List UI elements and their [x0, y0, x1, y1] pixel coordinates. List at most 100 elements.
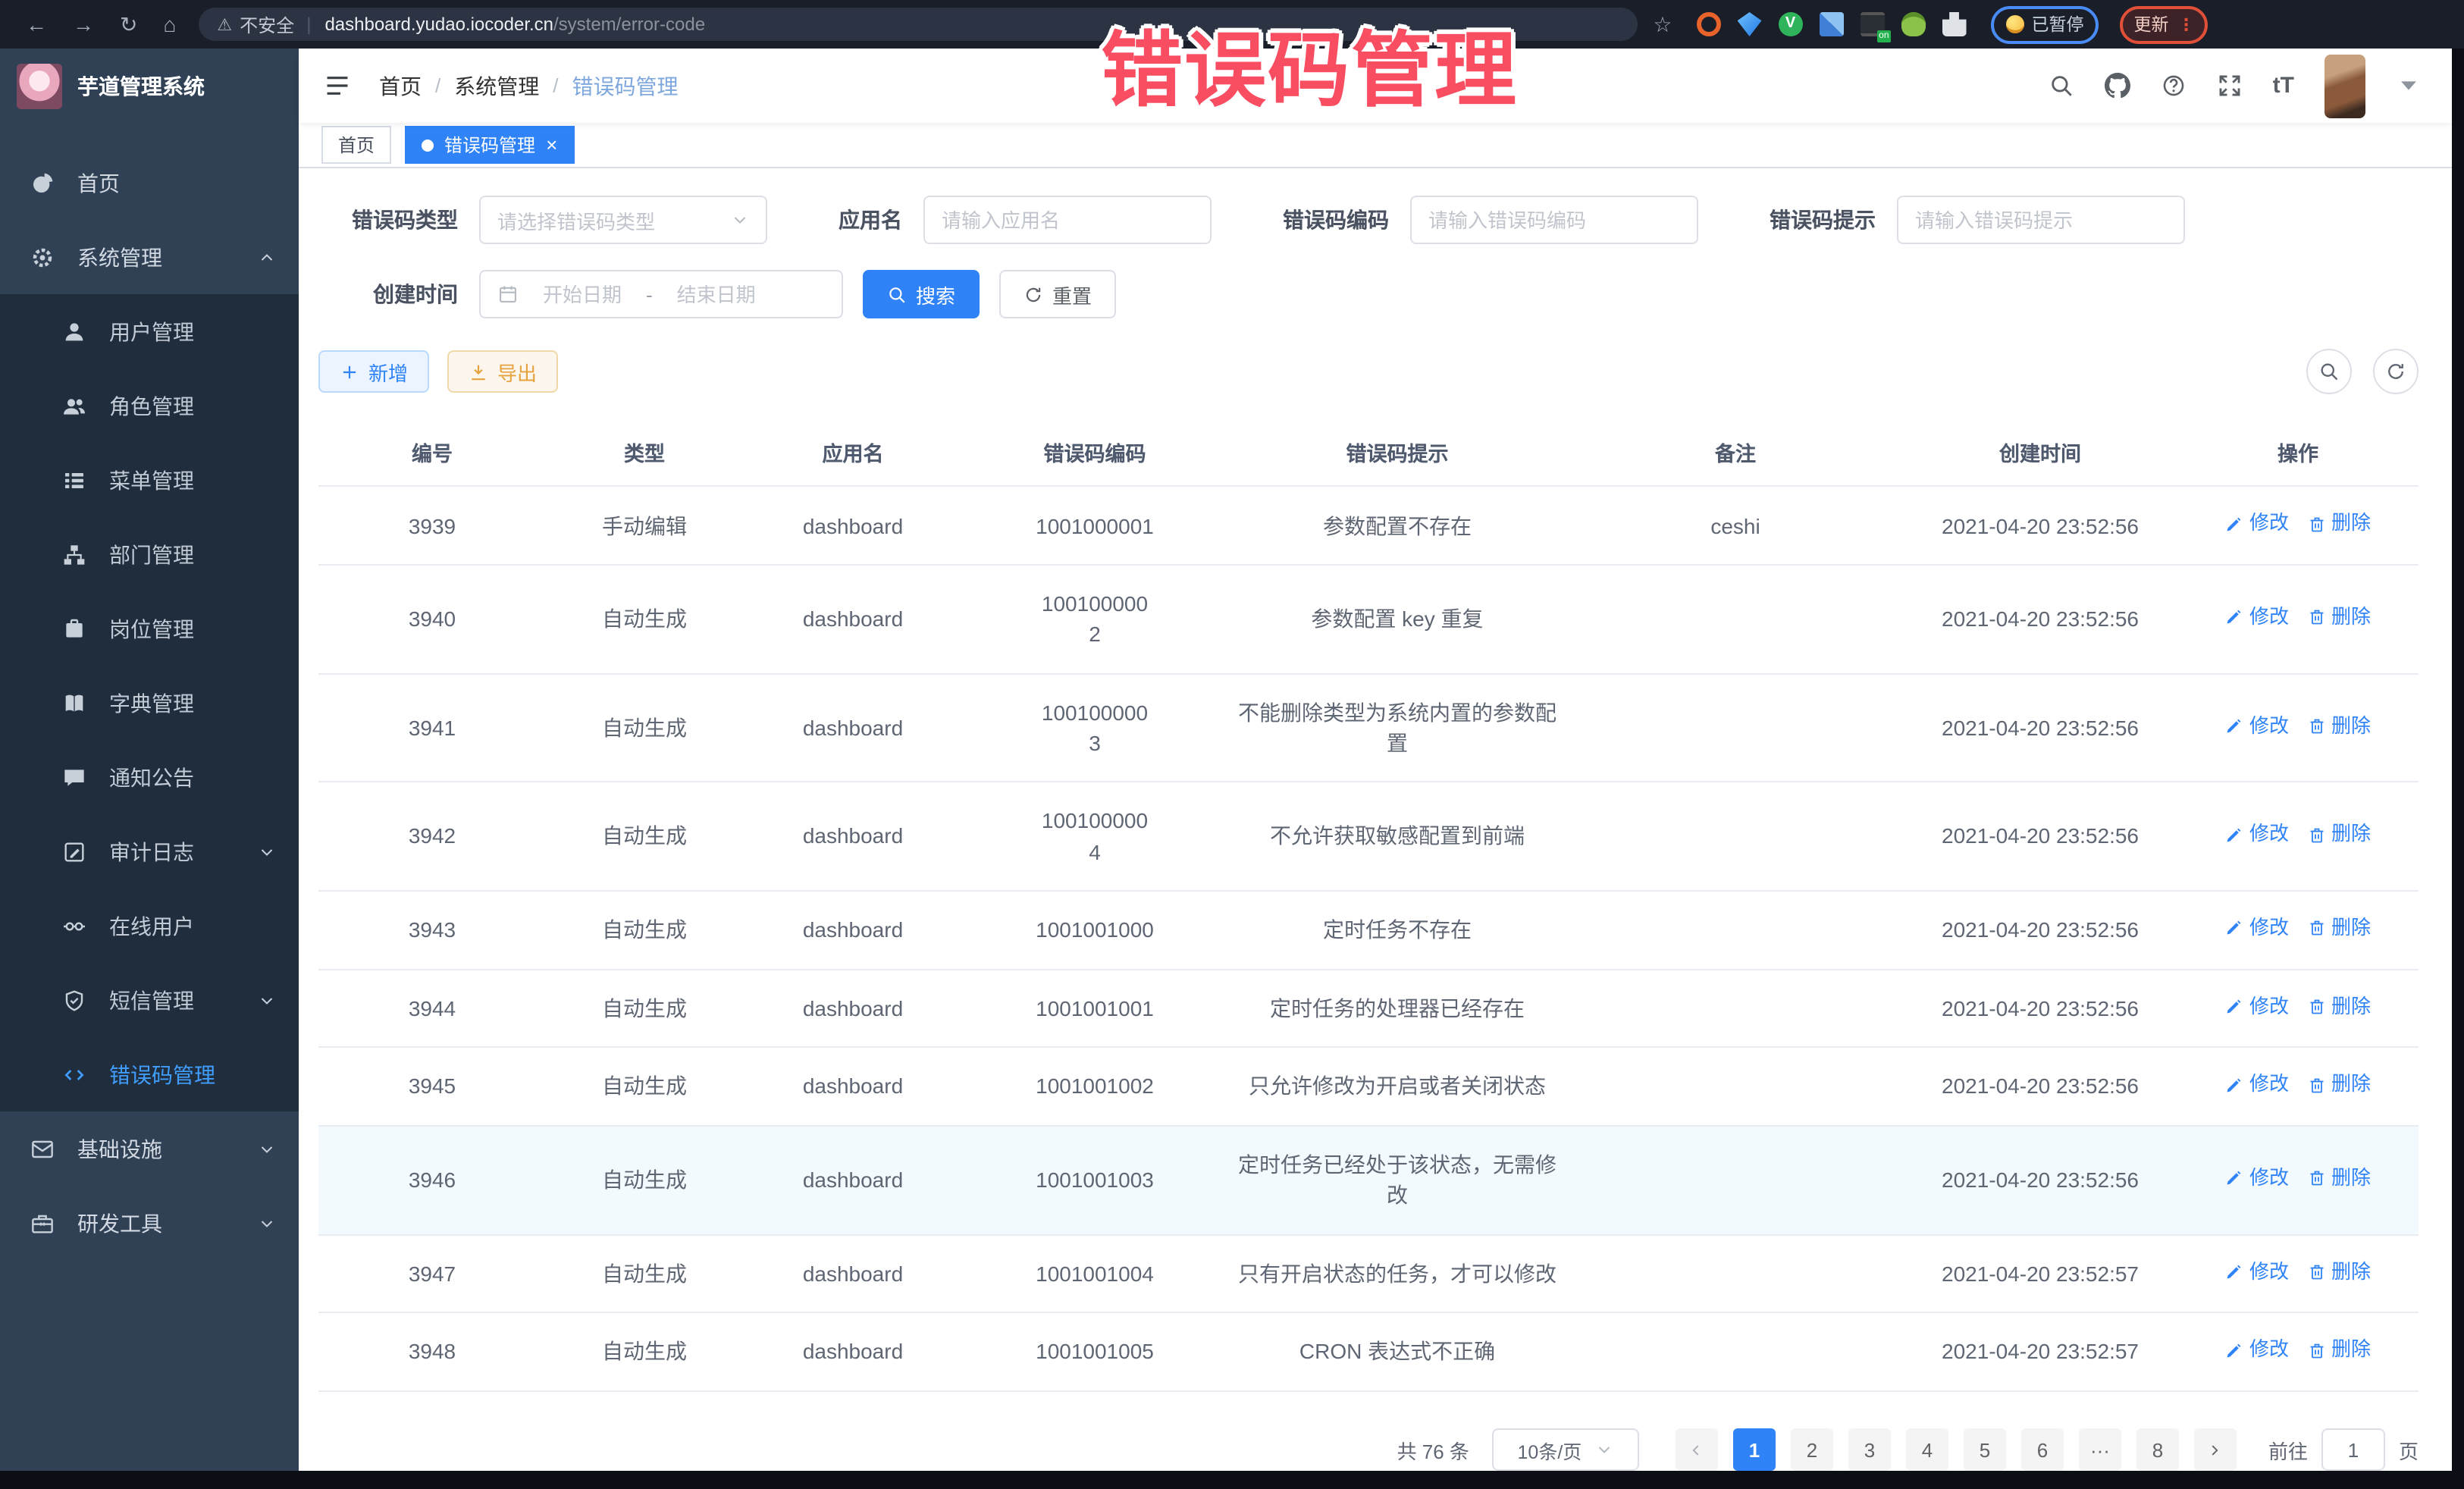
sidebar-item-error-code[interactable]: 错误码管理: [0, 1037, 299, 1111]
extension-check-green-icon[interactable]: V: [1779, 12, 1803, 36]
sidebar-item-notice[interactable]: 通知公告: [0, 740, 299, 814]
tab-error-code[interactable]: 错误码管理×: [405, 127, 574, 165]
github-icon[interactable]: [2105, 73, 2130, 99]
page-button-3[interactable]: 3: [1848, 1428, 1891, 1471]
page-button-6[interactable]: 6: [2021, 1428, 2064, 1471]
browser-menu-dots-icon[interactable]: ⋮: [2178, 14, 2195, 34]
fullscreen-icon[interactable]: [2217, 73, 2243, 99]
app-name-input[interactable]: [923, 196, 1212, 245]
paused-extension-badge[interactable]: 已暂停: [1991, 5, 2099, 43]
sidebar-item-online-user[interactable]: 在线用户: [0, 889, 299, 963]
sidebar-item-dict[interactable]: 字典管理: [0, 666, 299, 740]
page-button-1[interactable]: 1: [1733, 1428, 1776, 1471]
tab-home[interactable]: 首页: [321, 127, 391, 165]
sidebar-logo-row[interactable]: 芋道管理系统: [0, 49, 299, 124]
edit-link[interactable]: 修改: [2225, 820, 2289, 849]
export-button[interactable]: 导出: [447, 351, 558, 393]
refresh-table-button[interactable]: [2373, 350, 2419, 395]
extension-gem-blue-icon[interactable]: [1738, 12, 1762, 36]
reset-button[interactable]: 重置: [999, 271, 1116, 319]
sidebar-item-user[interactable]: 用户管理: [0, 294, 299, 368]
delete-link[interactable]: 删除: [2307, 1071, 2371, 1100]
hamburger-icon[interactable]: [323, 71, 352, 100]
goto-page-input[interactable]: [2321, 1428, 2385, 1471]
edit-link[interactable]: 修改: [2225, 603, 2289, 632]
search-icon[interactable]: [2049, 73, 2074, 99]
show-search-button[interactable]: [2306, 350, 2352, 395]
table-row[interactable]: 3945自动生成dashboard1001001002只允许修改为开启或者关闭状…: [318, 1048, 2419, 1126]
browser-reload-icon[interactable]: ↻: [120, 0, 137, 49]
edit-link[interactable]: 修改: [2225, 510, 2289, 539]
edit-link[interactable]: 修改: [2225, 1337, 2289, 1365]
font-size-icon[interactable]: tT: [2273, 73, 2294, 99]
error-type-select[interactable]: 请选择错误码类型: [479, 196, 767, 245]
cell-code: 1001000002: [963, 565, 1227, 673]
browser-home-icon[interactable]: ⌂: [163, 0, 176, 49]
next-page-button[interactable]: [2194, 1428, 2237, 1471]
error-code-input[interactable]: [1410, 196, 1698, 245]
edit-link[interactable]: 修改: [2225, 712, 2289, 741]
help-icon[interactable]: [2161, 73, 2187, 99]
extension-spy-green-icon[interactable]: [1901, 12, 1926, 36]
error-msg-input[interactable]: [1897, 196, 2185, 245]
delete-link[interactable]: 删除: [2307, 1337, 2371, 1365]
chevron-down-icon[interactable]: [2396, 73, 2422, 99]
page-button-8[interactable]: 8: [2136, 1428, 2179, 1471]
table-row[interactable]: 3944自动生成dashboard1001001001定时任务的处理器已经存在2…: [318, 969, 2419, 1047]
page-button-2[interactable]: 2: [1791, 1428, 1833, 1471]
sidebar-item-post[interactable]: 岗位管理: [0, 591, 299, 666]
delete-link[interactable]: 删除: [2307, 510, 2371, 539]
delete-link[interactable]: 删除: [2307, 1165, 2371, 1193]
edit-link[interactable]: 修改: [2225, 1071, 2289, 1100]
table-row[interactable]: 3942自动生成dashboard1001000004不允许获取敏感配置到前端2…: [318, 782, 2419, 890]
page-button-5[interactable]: 5: [1964, 1428, 2006, 1471]
table-row[interactable]: 3940自动生成dashboard1001000002参数配置 key 重复20…: [318, 565, 2419, 673]
extension-list-dark-on-icon[interactable]: on: [1861, 12, 1885, 36]
table-row[interactable]: 3946自动生成dashboard1001001003定时任务已经处于该状态，无…: [318, 1126, 2419, 1234]
sidebar-item-role[interactable]: 角色管理: [0, 368, 299, 443]
delete-link[interactable]: 删除: [2307, 1258, 2371, 1287]
sidebar-item-devtools[interactable]: 研发工具: [0, 1186, 299, 1260]
avatar[interactable]: [2324, 54, 2365, 118]
browser-back-icon[interactable]: ←: [26, 0, 47, 49]
browser-forward-icon[interactable]: →: [73, 0, 94, 49]
extension-grid-blue-icon[interactable]: [1820, 12, 1844, 36]
sidebar-item-dept[interactable]: 部门管理: [0, 517, 299, 591]
breadcrumb-item[interactable]: 首页: [379, 71, 422, 101]
date-range-picker[interactable]: -: [479, 271, 843, 319]
tab-close-icon[interactable]: ×: [546, 136, 557, 155]
breadcrumb-item[interactable]: 系统管理: [454, 71, 539, 101]
sidebar-item-system[interactable]: 系统管理: [0, 220, 299, 294]
extension-puzzle-gray-icon[interactable]: [1942, 12, 1967, 36]
sidebar-item-home[interactable]: 首页: [0, 146, 299, 220]
delete-link[interactable]: 删除: [2307, 992, 2371, 1021]
end-date-input[interactable]: [662, 284, 771, 306]
sidebar-item-menu[interactable]: 菜单管理: [0, 443, 299, 517]
delete-link[interactable]: 删除: [2307, 820, 2371, 849]
edit-link[interactable]: 修改: [2225, 1258, 2289, 1287]
edit-link[interactable]: 修改: [2225, 1165, 2289, 1193]
page-size-select[interactable]: 10条/页: [1492, 1428, 1639, 1471]
sidebar-item-audit-log[interactable]: 审计日志: [0, 814, 299, 889]
delete-link[interactable]: 删除: [2307, 712, 2371, 741]
add-button[interactable]: 新增: [318, 351, 429, 393]
start-date-input[interactable]: [528, 284, 637, 306]
browser-update-button[interactable]: 更新 ⋮: [2121, 5, 2209, 43]
table-row[interactable]: 3948自动生成dashboard1001001005CRON 表达式不正确20…: [318, 1313, 2419, 1391]
table-row[interactable]: 3941自动生成dashboard1001000003不能删除类型为系统内置的参…: [318, 673, 2419, 782]
delete-link[interactable]: 删除: [2307, 603, 2371, 632]
edit-link[interactable]: 修改: [2225, 914, 2289, 943]
page-button-4[interactable]: 4: [1906, 1428, 1948, 1471]
search-button[interactable]: 搜索: [863, 271, 980, 319]
page-ellipsis[interactable]: ···: [2079, 1428, 2121, 1471]
sidebar-item-infra[interactable]: 基础设施: [0, 1111, 299, 1186]
table-row[interactable]: 3939手动编辑dashboard1001000001参数配置不存在ceshi2…: [318, 487, 2419, 565]
bookmark-star-icon[interactable]: ☆: [1653, 11, 1672, 37]
sidebar-item-sms[interactable]: 短信管理: [0, 963, 299, 1037]
edit-link[interactable]: 修改: [2225, 992, 2289, 1021]
table-row[interactable]: 3943自动生成dashboard1001001000定时任务不存在2021-0…: [318, 891, 2419, 969]
extension-adblock-orange-icon[interactable]: [1697, 12, 1721, 36]
table-row[interactable]: 3947自动生成dashboard1001001004只有开启状态的任务，才可以…: [318, 1234, 2419, 1312]
prev-page-button[interactable]: [1676, 1428, 1718, 1471]
delete-link[interactable]: 删除: [2307, 914, 2371, 943]
